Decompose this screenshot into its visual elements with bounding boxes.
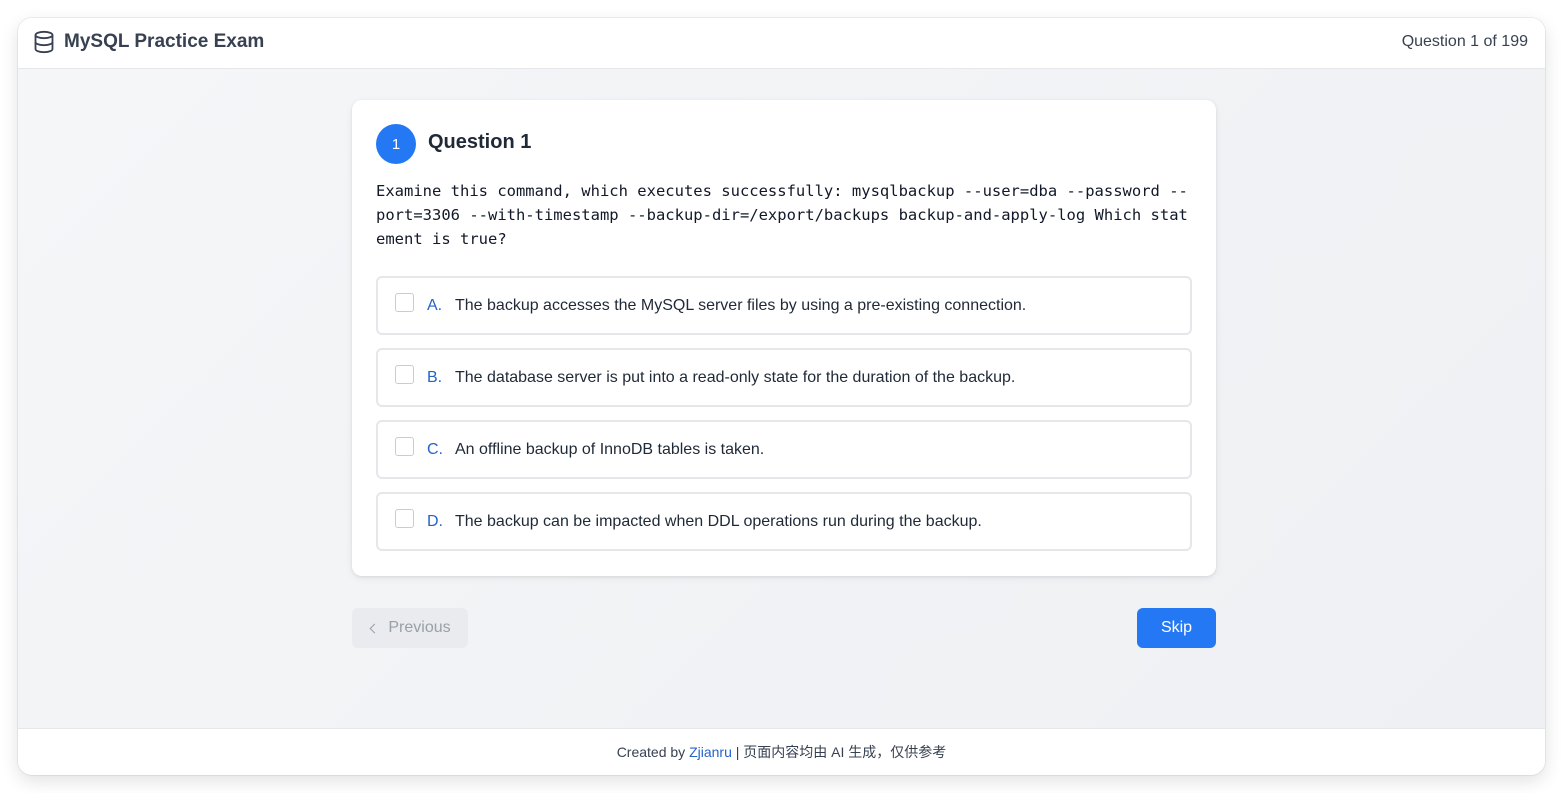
- option-a-text: The backup accesses the MySQL server fil…: [455, 296, 1027, 314]
- app-window: MySQL Practice Exam Question 1 of 199 1 …: [18, 18, 1545, 775]
- top-bar: MySQL Practice Exam Question 1 of 199: [18, 18, 1545, 69]
- previous-button[interactable]: Previous: [352, 608, 468, 648]
- option-b[interactable]: B. The database server is put into a rea…: [376, 348, 1192, 407]
- question-number-badge: 1: [376, 124, 416, 164]
- option-b-letter: B.: [427, 368, 443, 386]
- previous-label: Previous: [388, 619, 451, 636]
- chevron-left-icon: [369, 623, 380, 633]
- footer: Created by Zjianru | 页面内容均由 AI 生成，仅供参考: [18, 728, 1545, 775]
- footer-prefix: Created by: [616, 744, 686, 760]
- app-title: MySQL Practice Exam: [64, 31, 265, 52]
- question-title: Question 1: [428, 131, 532, 153]
- option-c-text: An offline backup of InnoDB tables is ta…: [455, 440, 765, 458]
- footer-suffix: | 页面内容均由 AI 生成，仅供参考: [735, 744, 947, 760]
- option-d[interactable]: D. The backup can be impacted when DDL o…: [376, 492, 1192, 551]
- skip-button[interactable]: Skip: [1137, 608, 1216, 648]
- option-d-letter: D.: [427, 512, 443, 530]
- author-link[interactable]: Zjianru: [689, 744, 732, 760]
- answer-options: A. The backup accesses the MySQL server …: [376, 276, 1192, 564]
- option-d-checkbox[interactable]: [395, 509, 414, 528]
- question-text: Examine this command, which executes suc…: [376, 182, 1188, 248]
- option-b-text: The database server is put into a read-o…: [455, 368, 1016, 386]
- option-c[interactable]: C. An offline backup of InnoDB tables is…: [376, 420, 1192, 479]
- option-a[interactable]: A. The backup accesses the MySQL server …: [376, 276, 1192, 335]
- option-d-text: The backup can be impacted when DDL oper…: [455, 512, 982, 530]
- question-card: 1 Question 1 Examine this command, which…: [352, 100, 1216, 576]
- option-b-checkbox[interactable]: [395, 365, 414, 384]
- question-counter: Question 1 of 199: [1401, 33, 1528, 50]
- option-a-letter: A.: [427, 296, 443, 314]
- option-a-checkbox[interactable]: [395, 293, 414, 312]
- option-c-checkbox[interactable]: [395, 437, 414, 456]
- database-icon: [34, 30, 54, 54]
- brand: MySQL Practice Exam: [33, 30, 264, 54]
- option-c-letter: C.: [427, 440, 443, 458]
